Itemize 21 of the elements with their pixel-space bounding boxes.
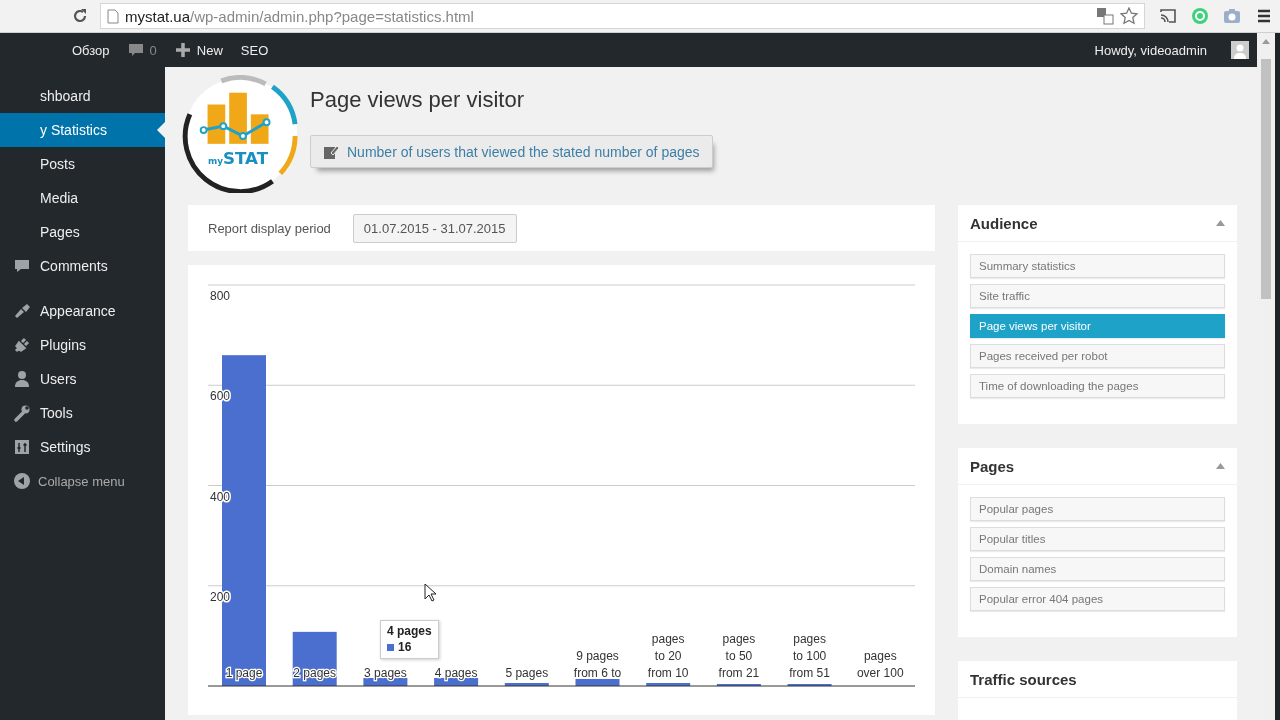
axis-tick-label: 800 [210,289,231,303]
category-label: pages to 20 from 10 [647,632,689,680]
page-title: Page views per visitor [310,87,525,113]
category-label: 4 pages [434,666,478,680]
tooltip-title: 4 pages [387,624,432,639]
url-text: mystat.ua/wp-admin/admin.php?page=statistics.html [125,7,475,25]
category-label: 5 pages [505,666,549,680]
category-label: 3 pages [364,666,407,680]
category-label: pages to 50 from 21 [718,632,760,680]
tooltip-value: 16 [398,640,412,655]
category-label: 9 pages from 6 to [573,649,622,680]
period-label: Report display period [208,220,331,236]
category-label: pages over 100 [856,649,904,680]
panel-title: Pages [970,457,1016,475]
category-label: 1 page [225,666,263,680]
description-text: Number of users that viewed the stated number of pages [347,143,700,160]
category-label: 2 pages [293,666,337,680]
panel-title: Audience [970,214,1039,232]
category-label: pages to 100 from 51 [789,632,830,680]
panel-title: Traffic sources [970,670,1078,688]
logo: mySTAT [182,75,300,193]
